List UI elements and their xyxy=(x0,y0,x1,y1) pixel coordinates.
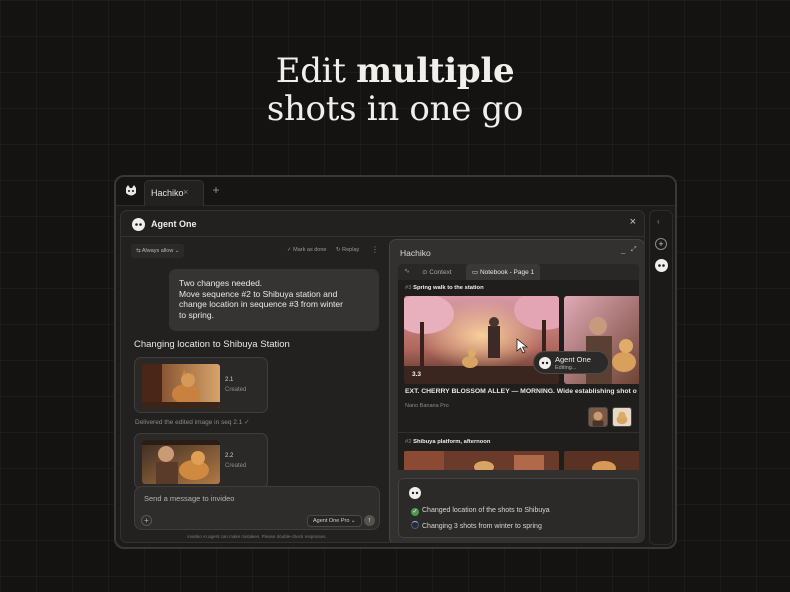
agent-progress-card: ✓ Changed location of the shots to Shibuy… xyxy=(398,478,639,538)
delivered-status: Delivered the edited image in seq 2.1 ✓ xyxy=(135,418,250,426)
sequence-name: Spring walk to the station xyxy=(413,285,484,291)
more-options-icon[interactable]: ⋮ xyxy=(371,245,379,254)
close-panel-button[interactable]: × xyxy=(630,216,636,228)
user-message-line: Two changes needed. xyxy=(179,278,263,288)
window-tab-bar: Hachiko × + xyxy=(116,177,675,206)
shot-card-2-1[interactable]: 2.1 Created xyxy=(134,357,268,413)
shot-badge: 3.3 xyxy=(412,371,422,378)
progress-item-done: ✓ Changed location of the shots to Shibuy… xyxy=(411,507,550,516)
response-section-title: Changing location to Shibuya Station xyxy=(134,339,290,350)
send-button[interactable]: ↑ xyxy=(364,515,375,526)
agent-avatar-icon xyxy=(132,218,145,231)
chevron-left-icon[interactable]: ‹ xyxy=(657,217,660,226)
cursor-icon xyxy=(516,338,529,354)
app-logo-icon xyxy=(126,185,136,196)
tab-hachiko[interactable]: Hachiko × xyxy=(144,180,204,206)
minimize-icon[interactable]: _ xyxy=(621,245,625,254)
reference-thumbnail[interactable] xyxy=(588,407,608,427)
agent-avatar-icon xyxy=(409,487,421,499)
replay-button[interactable]: ↻ Replay xyxy=(336,247,359,253)
spinner-icon xyxy=(411,521,419,529)
headline-emphasis: multiple xyxy=(356,51,515,91)
right-rail: ‹ + xyxy=(649,210,673,545)
model-selector[interactable]: Agent One Pro ⌄ xyxy=(307,515,362,527)
headline-line-1: Edit multiple xyxy=(275,51,515,91)
sequence-name: Shibuya platform, afternoon xyxy=(413,439,491,445)
shot-thumbnail xyxy=(142,364,220,408)
user-message-line: to spring. xyxy=(179,309,214,320)
agent-tag-name: Agent One xyxy=(555,355,591,364)
tab-context[interactable]: ⊙ Context xyxy=(422,268,452,276)
user-message-bubble: Two changes needed. Move sequence #2 to … xyxy=(169,269,379,331)
agent-editing-tag: Agent One Editing... xyxy=(533,351,609,374)
check-icon: ✓ xyxy=(244,419,250,426)
sequence-label-2: #2 Shibuya platform, afternoon xyxy=(405,439,490,445)
sequence-number: #3 xyxy=(405,285,412,291)
headline-line-2: shots in one go xyxy=(266,89,524,129)
add-tab-button[interactable]: + xyxy=(208,183,224,199)
divider xyxy=(398,432,639,433)
reference-thumbnail[interactable] xyxy=(612,407,632,427)
editor-title: Hachiko xyxy=(400,248,431,258)
progress-text: Changing 3 shots from winter to spring xyxy=(422,523,542,530)
attach-button[interactable]: + xyxy=(141,515,152,526)
always-allow-dropdown[interactable]: ⇆ Always allow ⌄ xyxy=(131,244,185,258)
message-input[interactable]: Send a message to invideo xyxy=(144,494,234,503)
shot-status: Created xyxy=(225,387,247,393)
tab-label: Hachiko xyxy=(151,188,184,198)
shot-thumbnail xyxy=(142,440,220,484)
agent-avatar-icon xyxy=(539,357,551,369)
shot-number: 2.2 xyxy=(225,453,234,459)
user-message-line: Move sequence #2 to Shibuya station and xyxy=(179,288,338,299)
mark-as-done-button[interactable]: ✓ Mark as done xyxy=(287,247,326,253)
close-icon[interactable]: × xyxy=(183,187,188,197)
shot-card-2-2[interactable]: 2.2 Created xyxy=(134,433,268,489)
delivered-text: Delivered the edited image in seq 2.1 xyxy=(135,419,243,426)
disclaimer-text: invideo AI agent can make mistakes. Plea… xyxy=(187,534,327,539)
app-window: Hachiko × + Agent One × ⇆ Always allow ⌄… xyxy=(114,175,677,549)
shot-number: 2.1 xyxy=(225,377,234,383)
tab-notebook[interactable]: ▭ Notebook - Page 1 xyxy=(466,264,541,280)
agent-avatar-icon[interactable] xyxy=(655,259,668,272)
editor-window: Hachiko _ ⤢ ∿ ⊙ Context ▭ Notebook - Pag… xyxy=(389,239,644,542)
user-message-line: change location in sequence #3 from wint… xyxy=(179,299,343,309)
progress-item-running: Changing 3 shots from winter to spring xyxy=(411,521,542,530)
message-composer[interactable]: Send a message to invideo + Agent One Pr… xyxy=(134,486,380,530)
success-check-icon: ✓ xyxy=(411,508,419,516)
agent-title: Agent One xyxy=(151,219,197,229)
progress-text: Changed location of the shots to Shibuya xyxy=(422,507,550,514)
agent-panel: Agent One × ⇆ Always allow ⌄ ✓ Mark as d… xyxy=(120,210,645,543)
maximize-icon[interactable]: ⤢ xyxy=(631,246,637,254)
shot-status: Created xyxy=(225,463,247,469)
sequence-label-3: #3 Spring walk to the station xyxy=(405,285,484,291)
notebook-page: #3 Spring walk to the station 3.3 Agent … xyxy=(398,280,639,470)
shot-image-2-2[interactable] xyxy=(564,451,639,470)
editor-tabs: ∿ ⊙ Context ▭ Notebook - Page 1 xyxy=(398,264,639,280)
chat-toolbar: ⇆ Always allow ⌄ ✓ Mark as done ↻ Replay… xyxy=(131,244,379,258)
sequence-number: #2 xyxy=(405,439,412,445)
agent-tag-status: Editing... xyxy=(555,365,577,371)
add-agent-button[interactable]: + xyxy=(655,238,667,250)
activity-icon[interactable]: ∿ xyxy=(404,267,410,275)
shot-model: Nano Banana Pro xyxy=(405,403,449,409)
shot-caption: EXT. CHERRY BLOSSOM ALLEY — MORNING. Wid… xyxy=(405,388,637,395)
agent-header: Agent One × xyxy=(121,211,644,237)
shot-image-2-1[interactable] xyxy=(404,451,559,470)
